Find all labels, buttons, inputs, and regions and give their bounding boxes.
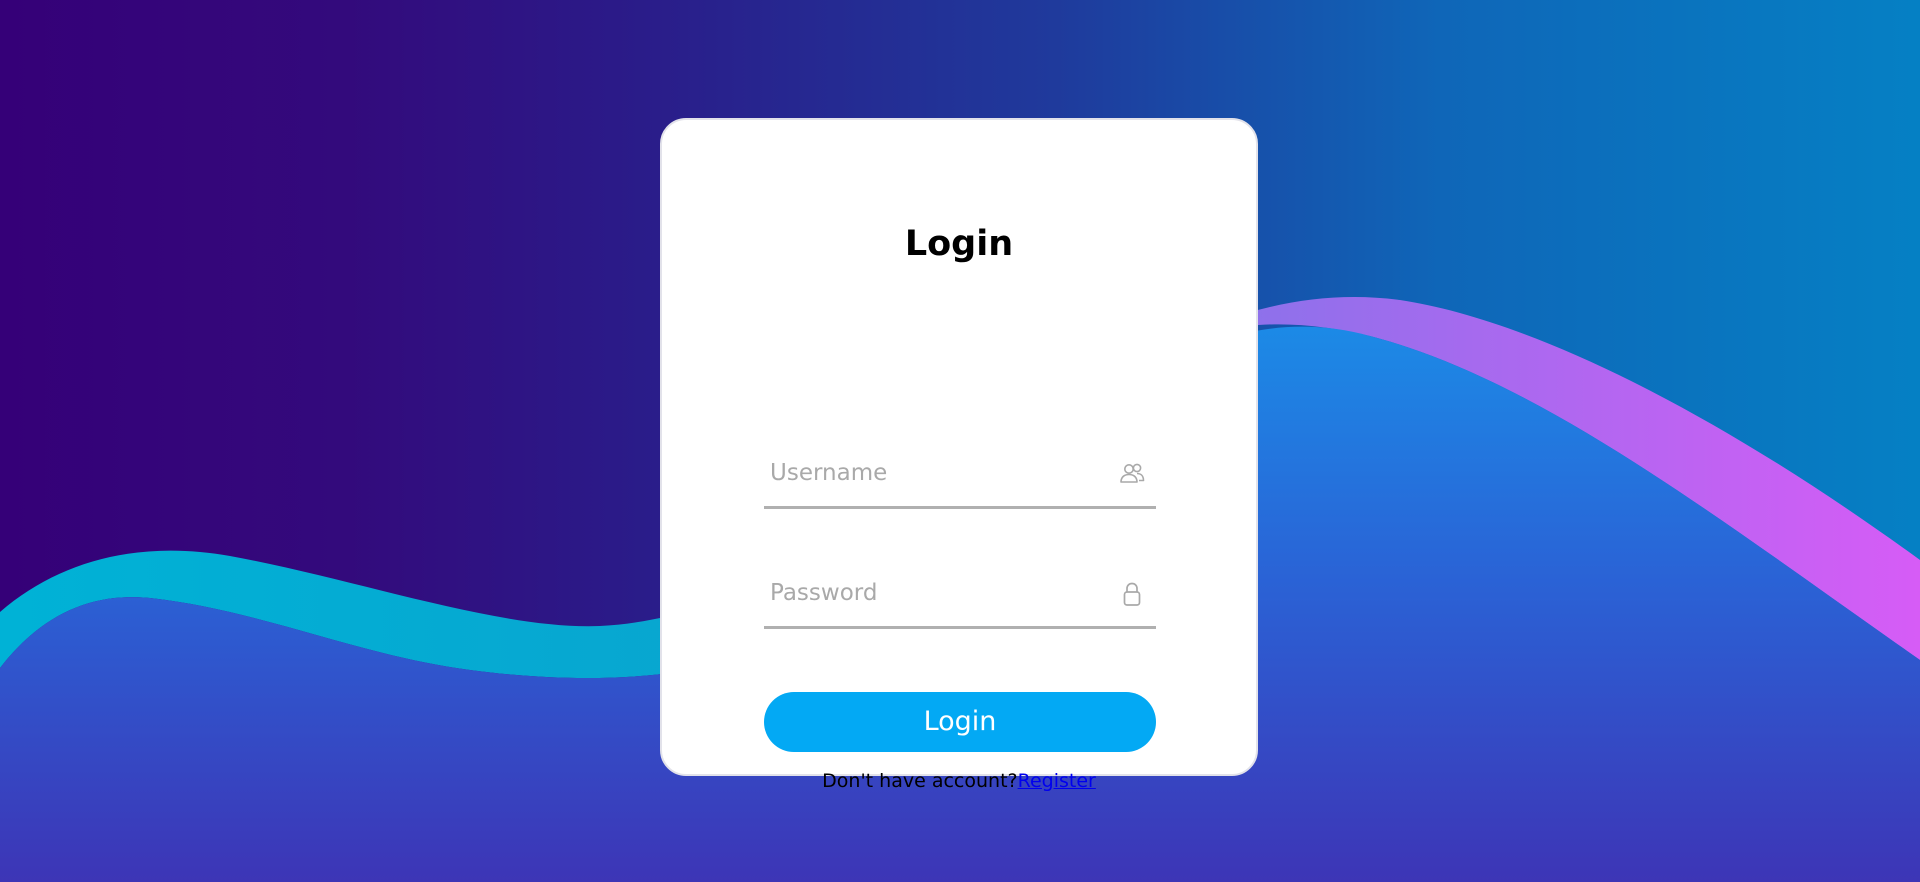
user-group-icon: [1120, 463, 1145, 483]
username-input[interactable]: [770, 442, 1100, 504]
register-prompt: Don't have account?Register: [662, 768, 1256, 794]
login-page: Login Login Don't have account?Register: [0, 0, 1920, 882]
password-field-group: [764, 562, 1156, 629]
register-link[interactable]: Register: [1018, 770, 1096, 792]
login-button[interactable]: Login: [764, 692, 1156, 752]
page-title: Login: [904, 224, 1014, 264]
lock-icon: [1123, 582, 1141, 606]
login-card: Login Login Don't have account?Register: [660, 118, 1258, 792]
username-field-group: [764, 442, 1156, 509]
register-prompt-text: Don't have account?: [822, 770, 1018, 792]
password-input[interactable]: [770, 562, 1100, 624]
